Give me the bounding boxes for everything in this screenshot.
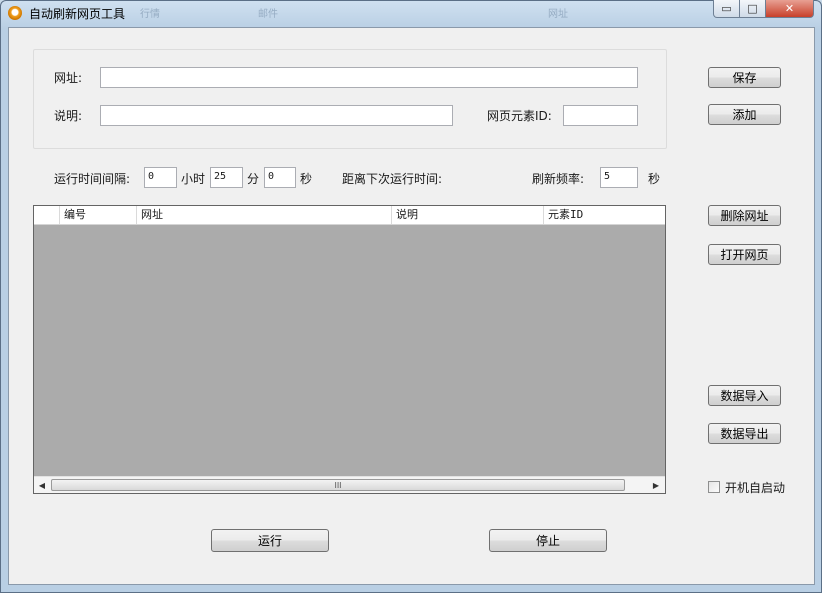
minimize-icon: ▭: [721, 2, 732, 15]
seconds-unit: 秒: [300, 172, 313, 186]
url-label: 网址:: [54, 71, 83, 85]
table-header: 编号 网址 说明 元素ID: [34, 206, 665, 225]
column-header-url[interactable]: 网址: [137, 206, 392, 224]
background-tab-2: 邮件: [258, 9, 278, 20]
url-input[interactable]: [100, 67, 638, 88]
element-id-label: 网页元素ID:: [487, 109, 552, 123]
minimize-button[interactable]: ▭: [713, 0, 740, 18]
title-bar[interactable]: 自动刷新网页工具 行情 邮件 网址 ▭ □ ✕: [0, 0, 822, 26]
description-label: 说明:: [54, 109, 83, 123]
background-tab-3: 网址: [548, 9, 568, 20]
column-header-element-id[interactable]: 元素ID: [544, 206, 665, 224]
scroll-left-icon[interactable]: ◀: [35, 479, 49, 492]
url-table[interactable]: 编号 网址 说明 元素ID ◀ III ▶: [33, 205, 666, 494]
maximize-icon: □: [747, 2, 758, 15]
column-header-number[interactable]: 编号: [60, 206, 137, 224]
window-title: 自动刷新网页工具: [29, 7, 126, 21]
save-button[interactable]: 保存: [708, 67, 781, 88]
maximize-button[interactable]: □: [739, 0, 766, 18]
close-icon: ✕: [784, 2, 795, 15]
refresh-rate-input[interactable]: 5: [600, 167, 638, 188]
minutes-unit: 分: [247, 172, 260, 186]
background-tab-1: 行情: [140, 9, 160, 20]
autostart-checkbox[interactable]: [708, 481, 720, 493]
next-run-label: 距离下次运行时间:: [342, 172, 443, 186]
autostart-label[interactable]: 开机自启动: [725, 479, 785, 496]
grip-icon: III: [334, 480, 342, 490]
refresh-rate-label: 刷新频率:: [532, 172, 585, 186]
import-data-button[interactable]: 数据导入: [708, 385, 781, 406]
seconds-input[interactable]: 0: [264, 167, 296, 188]
column-header-description[interactable]: 说明: [392, 206, 544, 224]
horizontal-scrollbar[interactable]: ◀ III ▶: [34, 476, 665, 493]
add-button[interactable]: 添加: [708, 104, 781, 125]
hours-unit: 小时: [181, 172, 206, 186]
refresh-rate-unit: 秒: [648, 172, 661, 186]
close-button[interactable]: ✕: [765, 0, 814, 18]
url-entry-group: [33, 49, 667, 149]
row-header-corner: [34, 206, 60, 224]
run-button[interactable]: 运行: [211, 529, 329, 552]
app-icon: [8, 6, 22, 20]
minutes-input[interactable]: 25: [210, 167, 243, 188]
interval-label: 运行时间间隔:: [54, 172, 131, 186]
element-id-input[interactable]: [563, 105, 638, 126]
scroll-right-icon[interactable]: ▶: [649, 479, 663, 492]
hours-input[interactable]: 0: [144, 167, 177, 188]
description-input[interactable]: [100, 105, 453, 126]
scroll-thumb[interactable]: III: [51, 479, 625, 491]
open-page-button[interactable]: 打开网页: [708, 244, 781, 265]
delete-url-button[interactable]: 删除网址: [708, 205, 781, 226]
export-data-button[interactable]: 数据导出: [708, 423, 781, 444]
stop-button[interactable]: 停止: [489, 529, 607, 552]
